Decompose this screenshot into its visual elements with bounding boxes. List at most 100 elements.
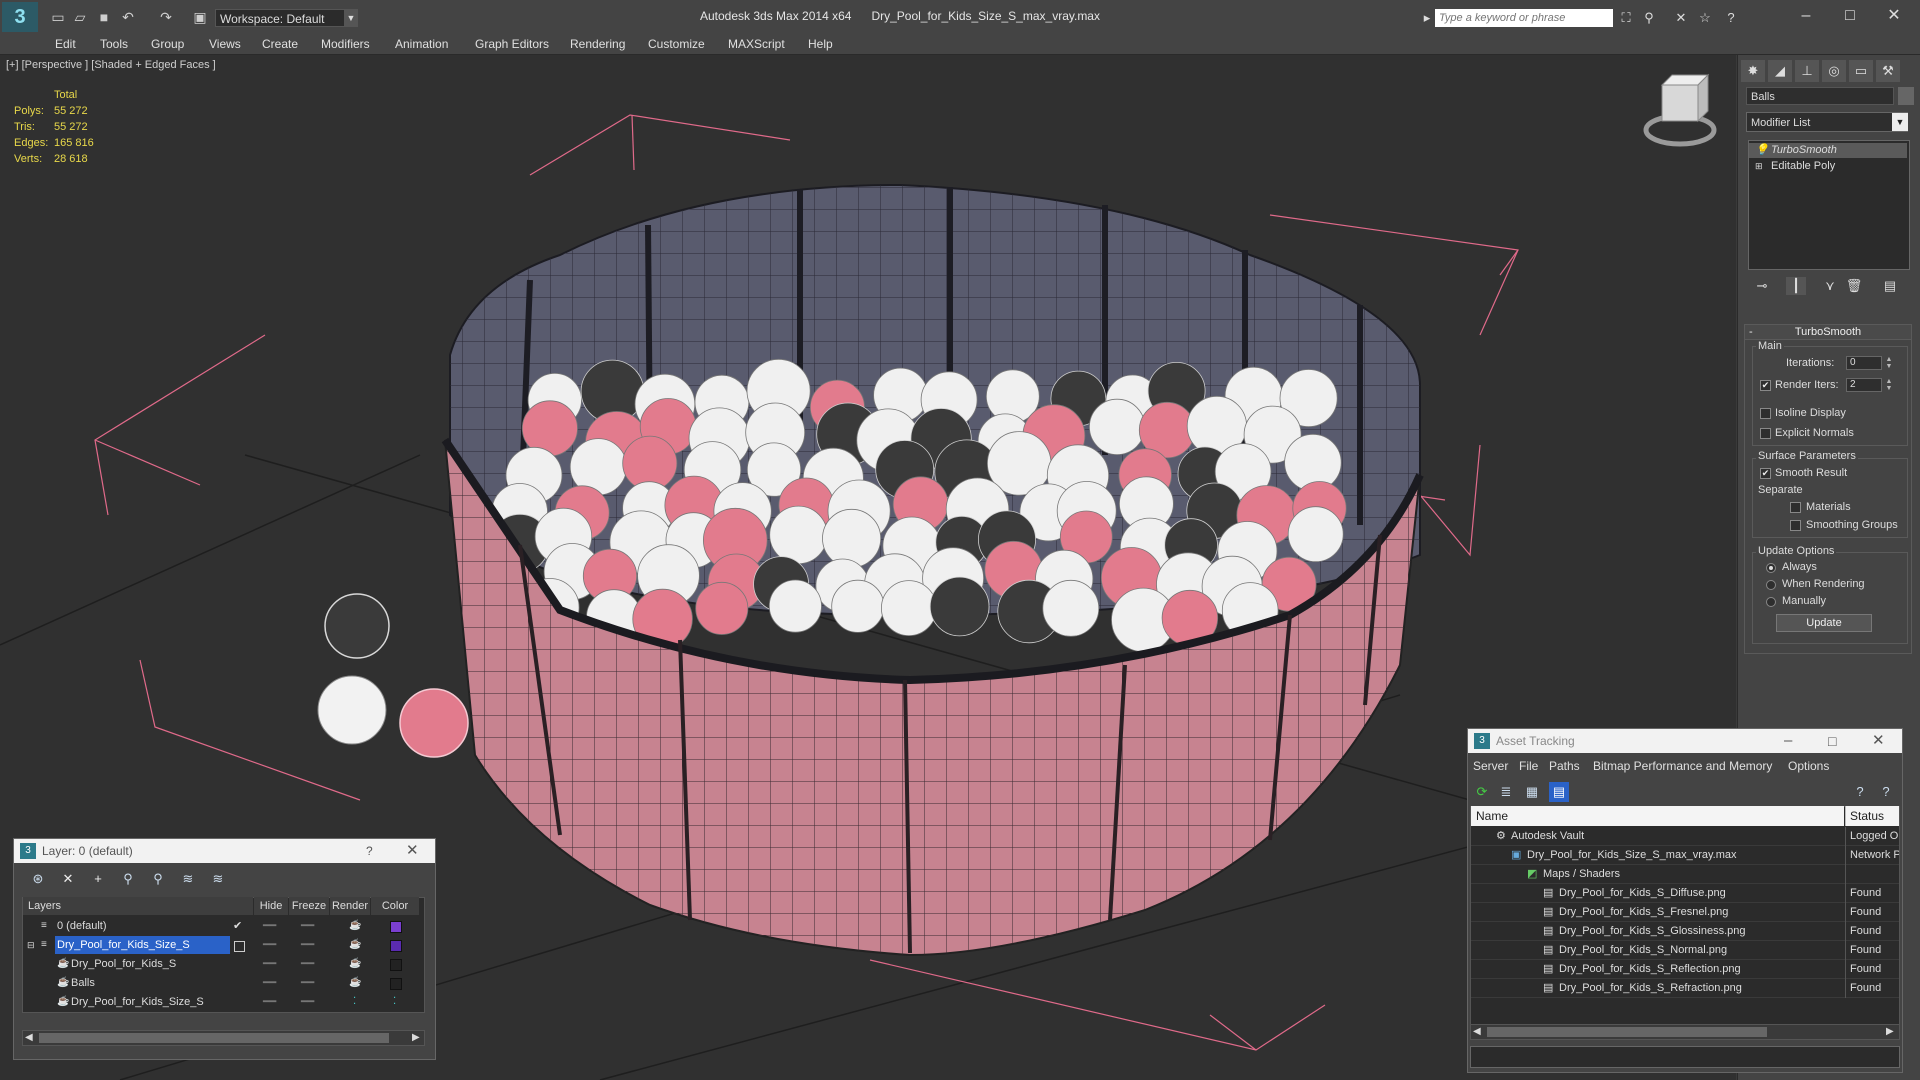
scroll-thumb[interactable]	[1487, 1027, 1767, 1037]
hide-toggle[interactable]: ━━	[263, 955, 276, 973]
iterations-spinner[interactable]: 0	[1846, 356, 1882, 370]
color-dots-icon[interactable]: ⁚	[393, 993, 396, 1011]
render-iters-checkbox[interactable]: ✔	[1760, 380, 1771, 391]
layer-window-titlebar[interactable]: 3 Layer: 0 (default) ? ✕	[14, 839, 435, 863]
menu-rendering[interactable]: Rendering	[570, 34, 625, 54]
modifier-list-dropdown[interactable]: Modifier List	[1746, 112, 1908, 132]
help-button[interactable]: ?	[366, 839, 373, 863]
layer-name[interactable]: Balls	[71, 974, 95, 992]
layer-name[interactable]: 0 (default)	[55, 917, 107, 935]
manually-radio[interactable]	[1766, 597, 1776, 607]
create-layer-icon[interactable]: ⊛	[28, 870, 48, 888]
menu-create[interactable]: Create	[262, 34, 298, 54]
hierarchy-tab-icon[interactable]: ⊥	[1795, 60, 1819, 82]
render-teapot-icon[interactable]: ☕	[349, 974, 361, 992]
scroll-right-icon[interactable]: ▶	[1886, 1025, 1894, 1039]
asset-row-bitmap[interactable]: ▤ Dry_Pool_for_Kids_S_Reflection.png Fou…	[1471, 960, 1899, 979]
binoculars-icon[interactable]: ⛶	[1617, 10, 1635, 26]
motion-tab-icon[interactable]: ◎	[1822, 60, 1846, 82]
scroll-right-icon[interactable]: ▶	[412, 1031, 420, 1045]
key-icon[interactable]: ⚲	[1640, 10, 1658, 26]
smoothing-groups-checkbox[interactable]	[1790, 520, 1801, 531]
layer-row[interactable]: ☕ Dry_Pool_for_Kids_S ━━ ━━ ☕	[23, 955, 424, 973]
render-teapot-icon[interactable]: ☕	[349, 917, 361, 935]
save-icon[interactable]: ■	[96, 9, 112, 25]
hide-toggle[interactable]: ━━	[263, 917, 276, 935]
object-color-swatch[interactable]	[1898, 87, 1914, 105]
menu-customize[interactable]: Customize	[648, 34, 705, 54]
column-header-layers[interactable]: Layers	[23, 897, 253, 915]
scroll-thumb[interactable]	[39, 1033, 389, 1043]
stack-item-editable-poly[interactable]: ⊞ Editable Poly	[1749, 159, 1907, 174]
search-input[interactable]	[1435, 9, 1613, 27]
pin-stack-icon[interactable]: ⊸	[1752, 277, 1772, 295]
maximize-icon[interactable]: □	[1828, 4, 1872, 28]
remove-modifier-icon[interactable]: 🗑	[1844, 277, 1864, 295]
always-radio[interactable]	[1766, 563, 1776, 573]
list-view-icon[interactable]: ≣	[1496, 782, 1516, 802]
spinner-arrows-icon[interactable]: ▲ ▼	[1884, 378, 1894, 392]
freeze-toggle[interactable]: ━━	[301, 955, 314, 973]
smooth-result-checkbox[interactable]: ✔	[1760, 468, 1771, 479]
hide-all-icon[interactable]: ≋	[178, 870, 198, 888]
stack-item-turbosmooth[interactable]: 💡 TurboSmooth	[1749, 143, 1907, 158]
scroll-left-icon[interactable]: ◀	[25, 1031, 33, 1045]
isoline-display-checkbox[interactable]	[1760, 408, 1771, 419]
undo-icon[interactable]: ↶	[120, 9, 136, 25]
asset-window-titlebar[interactable]: 3 Asset Tracking – □ ✕	[1468, 729, 1902, 753]
asset-row-bitmap[interactable]: ▤ Dry_Pool_for_Kids_S_Normal.png Found	[1471, 941, 1899, 960]
layer-color-swatch[interactable]	[390, 959, 402, 971]
delete-layer-icon[interactable]: ✕	[58, 870, 78, 888]
communication-icon[interactable]: ✕	[1672, 10, 1690, 26]
layer-color-swatch[interactable]	[390, 978, 402, 990]
menu-graph-editors[interactable]: Graph Editors	[475, 34, 549, 54]
close-icon[interactable]: ✕	[1872, 729, 1885, 753]
refresh-icon[interactable]: ⟳	[1472, 782, 1492, 802]
menu-animation[interactable]: Animation	[395, 34, 448, 54]
hide-toggle[interactable]: ━━	[263, 974, 276, 992]
render-dots-icon[interactable]: ⁚	[353, 993, 356, 1011]
current-layer-box[interactable]	[234, 941, 245, 952]
vault-help-icon[interactable]: ?	[1850, 782, 1870, 802]
column-header-render[interactable]: Render	[330, 897, 370, 915]
asset-row-bitmap[interactable]: ▤ Dry_Pool_for_Kids_S_Glossiness.png Fou…	[1471, 922, 1899, 941]
thumbnail-view-icon[interactable]: ▦	[1522, 782, 1542, 802]
asset-row-vault[interactable]: ⚙ Autodesk Vault Logged O	[1471, 827, 1899, 846]
freeze-toggle[interactable]: ━━	[301, 993, 314, 1011]
open-file-icon[interactable]: ▱	[72, 9, 88, 25]
close-icon[interactable]: ✕	[406, 839, 419, 863]
chevron-down-icon[interactable]: ▼	[344, 9, 358, 27]
layer-row[interactable]: ≡ 0 (default) ✔ ━━ ━━ ☕	[23, 917, 424, 935]
hide-toggle[interactable]: ━━	[263, 936, 276, 954]
column-header-hide[interactable]: Hide	[254, 897, 288, 915]
object-name-field[interactable]: Balls	[1746, 87, 1894, 105]
asset-row-scene-file[interactable]: ▣ Dry_Pool_for_Kids_Size_S_max_vray.max …	[1471, 846, 1899, 865]
menu-group[interactable]: Group	[151, 34, 184, 54]
column-header-name[interactable]: Name	[1471, 806, 1844, 826]
asset-row-maps-shaders[interactable]: ◩ Maps / Shaders	[1471, 865, 1899, 884]
layer-row-selected[interactable]: ⊟ ≡ Dry_Pool_for_Kids_Size_S ━━ ━━ ☕	[23, 936, 424, 954]
minimize-icon[interactable]: –	[1784, 4, 1828, 28]
render-teapot-icon[interactable]: ☕	[349, 955, 361, 973]
modify-tab-icon[interactable]: ◢	[1768, 60, 1792, 82]
utilities-tab-icon[interactable]: ⚒	[1876, 60, 1900, 82]
asset-menu-paths[interactable]: Paths	[1549, 757, 1580, 775]
render-teapot-icon[interactable]: ☕	[349, 936, 361, 954]
expand-arrow-icon[interactable]: ▸	[1418, 10, 1436, 26]
project-folder-icon[interactable]: ▣	[192, 9, 208, 25]
materials-checkbox[interactable]	[1790, 502, 1801, 513]
create-tab-icon[interactable]: ✸	[1741, 60, 1765, 82]
workspace-dropdown[interactable]: Workspace: Default	[215, 9, 355, 27]
layer-row[interactable]: ☕ Dry_Pool_for_Kids_Size_S ━━ ━━ ⁚ ⁚	[23, 993, 424, 1011]
current-layer-checkmark-icon[interactable]: ✔	[233, 917, 242, 935]
menu-views[interactable]: Views	[209, 34, 241, 54]
layer-color-swatch[interactable]	[390, 940, 402, 952]
spinner-arrows-icon[interactable]: ▲ ▼	[1884, 356, 1894, 370]
favorite-star-icon[interactable]: ☆	[1696, 10, 1714, 26]
menu-maxscript[interactable]: MAXScript	[728, 34, 785, 54]
column-header-freeze[interactable]: Freeze	[289, 897, 329, 915]
select-objects-icon[interactable]: ⚲	[118, 870, 138, 888]
expand-plus-icon[interactable]: ⊞	[1755, 159, 1763, 174]
app-logo-icon[interactable]: 3	[2, 2, 38, 32]
column-header-status[interactable]: Status	[1845, 806, 1899, 826]
